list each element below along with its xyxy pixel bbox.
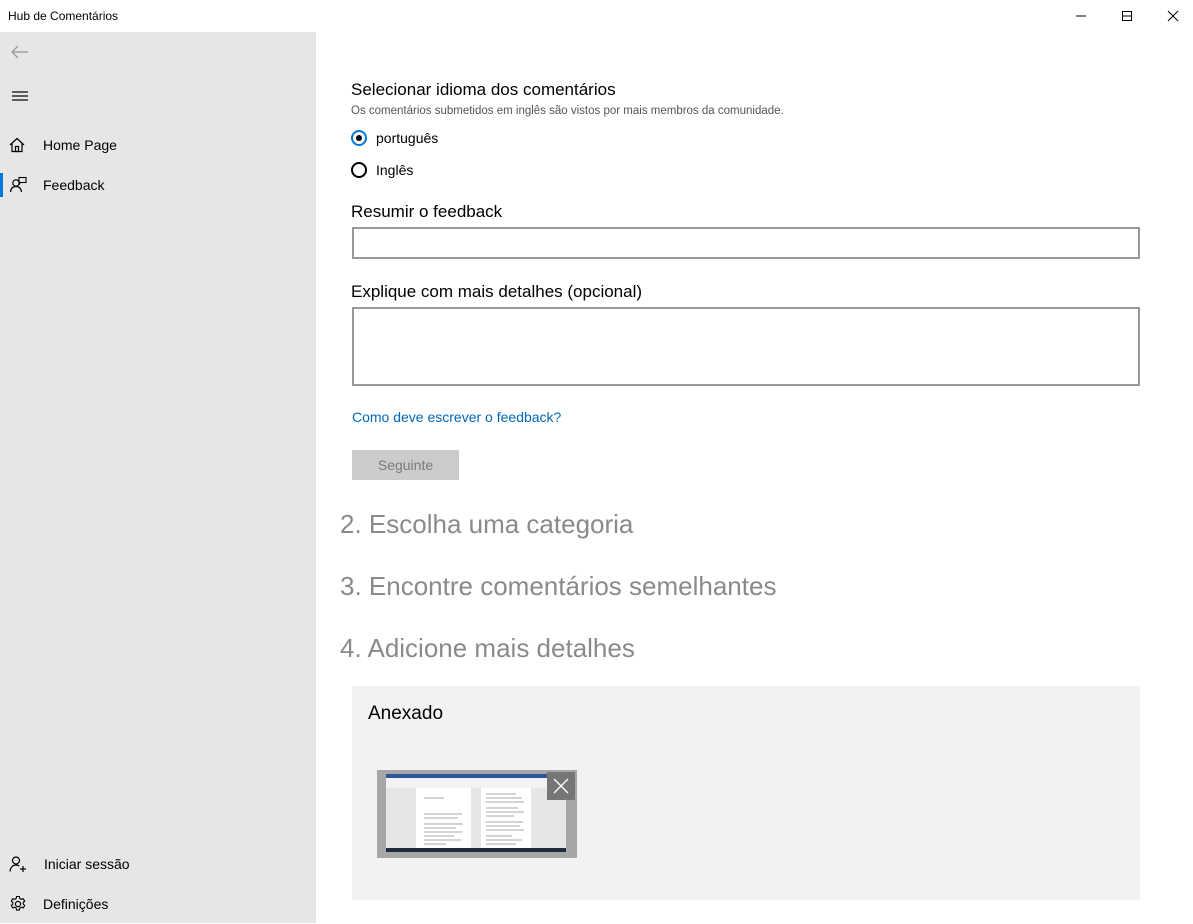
- home-icon: [0, 137, 43, 153]
- back-button[interactable]: [0, 32, 40, 72]
- attachment-thumbnail[interactable]: [377, 770, 577, 858]
- sidebar-item-label: Feedback: [43, 177, 105, 193]
- sidebar-item-label: Home Page: [43, 137, 117, 153]
- sidebar: Home Page Feedback Iniciar sessão Defini…: [0, 32, 316, 923]
- hamburger-menu-button[interactable]: [0, 76, 40, 116]
- attachments-panel: Anexado: [352, 686, 1140, 900]
- language-heading: Selecionar idioma dos comentários: [351, 80, 616, 99]
- add-person-icon: [0, 855, 43, 873]
- back-arrow-icon: [11, 45, 28, 59]
- hamburger-icon: [12, 91, 28, 101]
- close-icon: [1167, 10, 1179, 22]
- sidebar-item-home[interactable]: Home Page: [0, 125, 316, 165]
- sign-in-label: Iniciar sessão: [44, 856, 130, 872]
- close-icon: [553, 778, 569, 794]
- radio-label: Inglês: [376, 162, 414, 178]
- summary-input[interactable]: [352, 227, 1140, 259]
- sidebar-item-feedback[interactable]: Feedback: [0, 165, 316, 205]
- feedback-help-link[interactable]: Como deve escrever o feedback?: [352, 409, 561, 425]
- feedback-form: Selecionar idioma dos comentários Os com…: [316, 32, 1193, 923]
- screenshot-preview: [386, 774, 566, 852]
- selected-indicator: [0, 173, 3, 197]
- remove-attachment-button[interactable]: [547, 772, 575, 800]
- app-title: Hub de Comentários: [8, 9, 119, 23]
- title-bar: Hub de Comentários: [0, 0, 1193, 32]
- radio-label: português: [376, 130, 439, 146]
- minimize-button[interactable]: [1058, 0, 1104, 32]
- gear-icon: [0, 895, 43, 913]
- minimize-icon: [1076, 15, 1086, 17]
- summary-label: Resumir o feedback: [351, 202, 503, 221]
- radio-english[interactable]: Inglês: [351, 162, 413, 178]
- screenshot-preview-image: [386, 774, 566, 852]
- details-textarea[interactable]: [352, 307, 1140, 386]
- step-more-details[interactable]: 4. Adicione mais detalhes: [340, 633, 635, 664]
- step-similar-feedback[interactable]: 3. Encontre comentários semelhantes: [340, 571, 776, 602]
- settings-label: Definições: [43, 896, 109, 912]
- step-choose-category[interactable]: 2. Escolha uma categoria: [340, 509, 633, 540]
- maximize-button[interactable]: [1104, 0, 1150, 32]
- radio-checked-indicator: [351, 130, 367, 146]
- radio-unchecked-indicator: [351, 162, 367, 178]
- attachments-title: Anexado: [368, 703, 444, 724]
- details-label: Explique com mais detalhes (opcional): [351, 282, 643, 301]
- feedback-icon: [0, 176, 43, 194]
- next-button[interactable]: Seguinte: [352, 450, 459, 480]
- settings-button[interactable]: Definições: [0, 884, 316, 924]
- close-window-button[interactable]: [1150, 0, 1193, 32]
- maximize-icon: [1122, 11, 1132, 21]
- language-subtext: Os comentários submetidos em inglês são …: [351, 105, 784, 117]
- sign-in-button[interactable]: Iniciar sessão: [0, 844, 316, 884]
- radio-portuguese[interactable]: português: [351, 130, 438, 146]
